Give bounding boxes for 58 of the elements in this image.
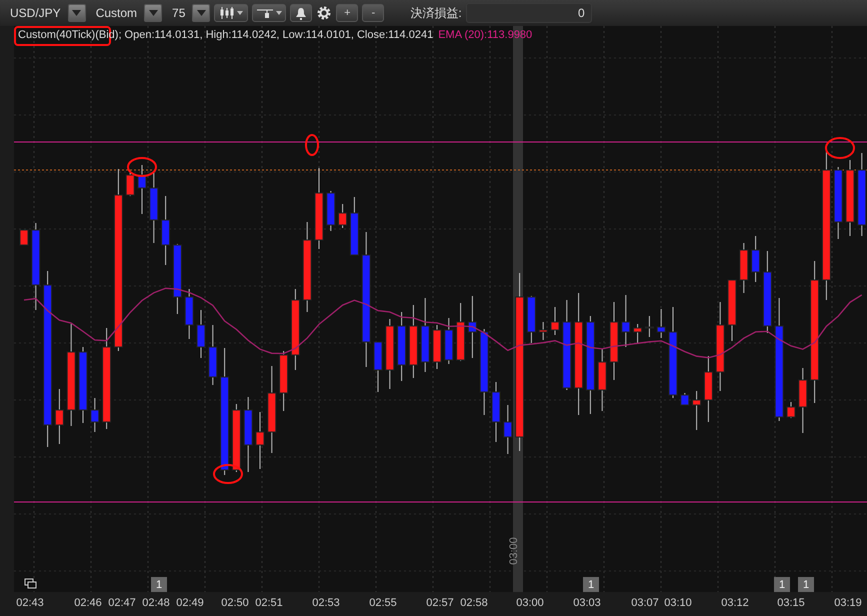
caret-icon	[148, 10, 158, 16]
alert-button[interactable]	[290, 4, 312, 22]
candlestick	[503, 404, 512, 454]
zoom-out-button[interactable]: -	[362, 4, 384, 22]
time-label: 02:43	[16, 597, 44, 609]
bell-icon	[295, 6, 308, 20]
candlestick	[633, 324, 642, 344]
time-label: 02:57	[426, 597, 454, 609]
candlestick	[751, 236, 760, 282]
event-badge[interactable]: 1	[798, 577, 814, 593]
time-label: 03:10	[664, 597, 692, 609]
chart-type-button[interactable]	[214, 4, 248, 22]
time-label: 02:53	[312, 597, 340, 609]
time-label: 03:00	[516, 597, 544, 609]
time-label: 02:49	[176, 597, 204, 609]
time-label: 03:03	[573, 597, 601, 609]
ema-legend: EMA (20):113.9980	[438, 29, 532, 41]
time-label: 02:51	[255, 597, 283, 609]
candlestick	[338, 204, 348, 228]
caret-icon	[196, 10, 206, 16]
caret-icon	[276, 11, 282, 15]
candlestick	[184, 288, 194, 340]
candlestick	[644, 316, 654, 338]
dropdown-button[interactable]	[68, 4, 86, 22]
candlestick	[172, 244, 182, 314]
time-label: 02:47	[108, 597, 136, 609]
event-badge[interactable]: 1	[583, 577, 599, 593]
pnl-label: 決済損益:	[410, 4, 462, 22]
time-label: 02:46	[74, 597, 102, 609]
candlestick	[126, 172, 135, 196]
settings-icon[interactable]	[316, 5, 332, 21]
time-label: 02:50	[221, 597, 249, 609]
timeframe-select[interactable]: Custom	[92, 6, 142, 20]
time-label: 03:15	[777, 597, 805, 609]
caret-icon	[72, 10, 82, 16]
time-label: 03:07	[631, 597, 659, 609]
dropdown-button[interactable]	[192, 4, 210, 22]
time-label: 02:58	[460, 597, 488, 609]
symbol-select[interactable]: USD/JPY	[6, 6, 65, 20]
time-label: 03:12	[721, 597, 749, 609]
candlestick	[550, 306, 560, 336]
time-label: 02:48	[142, 597, 170, 609]
dropdown-button[interactable]	[144, 4, 162, 22]
caret-icon	[236, 11, 243, 15]
candlestick-icon	[220, 7, 234, 19]
window-icon[interactable]	[24, 578, 36, 588]
count-select[interactable]: 75	[168, 6, 190, 20]
zoom-in-button[interactable]: +	[336, 4, 358, 22]
event-badge[interactable]: 1	[774, 577, 790, 593]
time-label: 02:55	[369, 597, 397, 609]
pnl-field: 0	[466, 3, 592, 23]
event-badge[interactable]: 1	[151, 577, 167, 593]
session-time-label: 03:00	[508, 537, 520, 565]
line-tool-icon	[256, 7, 273, 19]
candlestick	[538, 322, 548, 340]
candlestick	[656, 308, 666, 338]
time-label: 03:19	[834, 597, 862, 609]
line-tool-button[interactable]	[252, 4, 286, 22]
